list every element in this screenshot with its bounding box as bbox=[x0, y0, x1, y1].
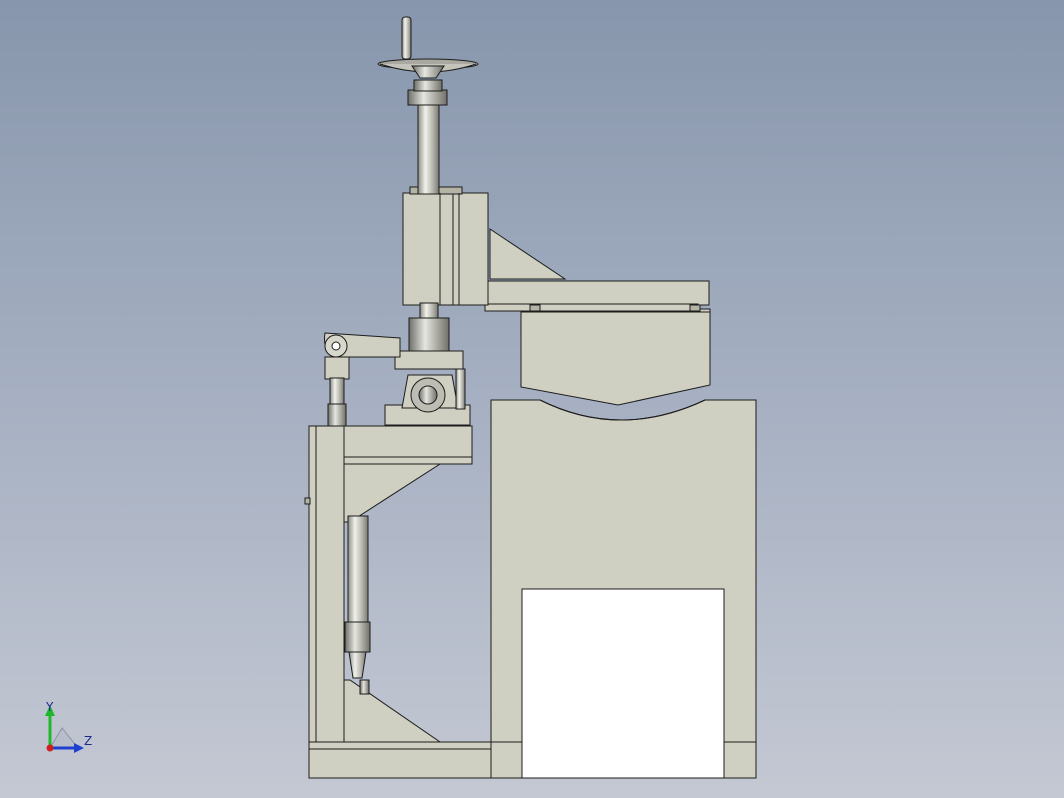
left-frame[interactable] bbox=[304, 425, 492, 779]
x-axis-dot bbox=[46, 744, 54, 752]
y-axis-label: Y bbox=[45, 700, 54, 714]
pivot-pin bbox=[331, 341, 341, 351]
handwheel[interactable] bbox=[377, 16, 479, 79]
z-axis-arrowhead bbox=[74, 743, 84, 753]
horizontal-arm[interactable] bbox=[484, 228, 710, 312]
right-main-frame[interactable] bbox=[490, 399, 757, 779]
pressing-head[interactable] bbox=[520, 308, 711, 406]
axis-triad: Y Z bbox=[45, 700, 92, 753]
triad-plane bbox=[49, 727, 80, 749]
frame-window bbox=[521, 588, 725, 779]
z-axis-label: Z bbox=[84, 734, 92, 748]
cad-viewport[interactable]: Y Z bbox=[0, 0, 1064, 798]
vertical-cylinder[interactable] bbox=[344, 515, 371, 695]
handwheel-handle[interactable] bbox=[401, 16, 412, 60]
machine-model[interactable]: Y Z bbox=[0, 0, 1064, 798]
bearing-assembly[interactable] bbox=[384, 317, 471, 426]
column-housing[interactable] bbox=[402, 186, 489, 306]
